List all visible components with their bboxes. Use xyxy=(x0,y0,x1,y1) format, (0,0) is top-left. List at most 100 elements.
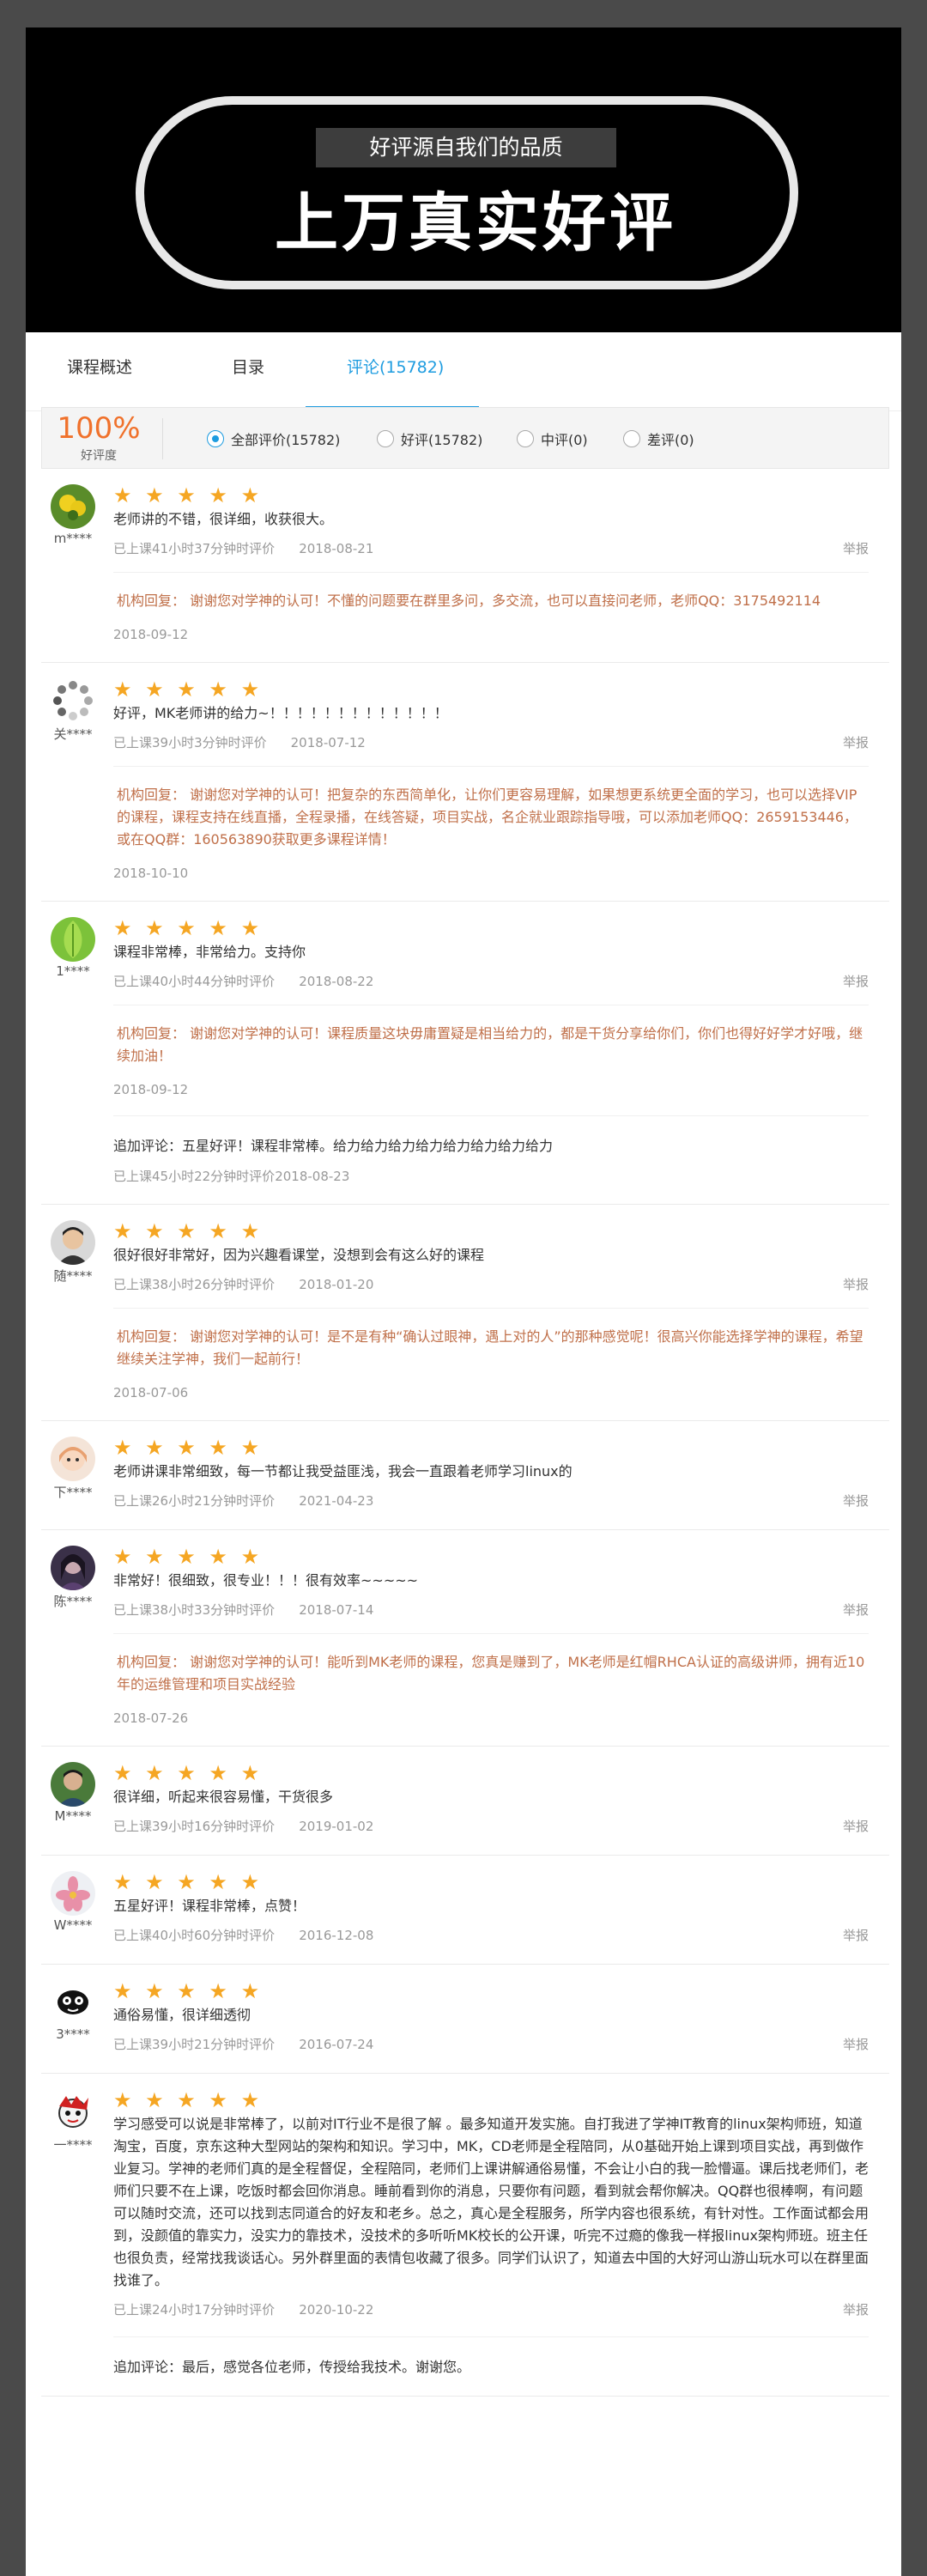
review-item: 1**** ★ ★ ★ ★ ★ 课程非常棒，非常给力。支持你 已上课40小时44… xyxy=(41,902,889,1205)
review-item: 关**** ★ ★ ★ ★ ★ 好评，MK老师讲的给力~！！！！！！！！！！！！… xyxy=(41,663,889,902)
star-rating: ★ ★ ★ ★ ★ xyxy=(113,1979,264,2003)
review-meta: 已上课40小时44分钟时评价 2018-08-22 举报 xyxy=(113,970,869,993)
user-avatar[interactable] xyxy=(51,917,95,962)
user-name: 随**** xyxy=(53,1268,93,1284)
report-link[interactable]: 举报 xyxy=(843,1924,869,1947)
filter-all-radio[interactable]: 全部评价(15782) xyxy=(207,428,340,449)
user-avatar[interactable] xyxy=(51,2089,95,2134)
star-rating: ★ ★ ★ ★ ★ xyxy=(113,2088,264,2112)
review-meta: 已上课39小时3分钟时评价 2018-07-12 举报 xyxy=(113,732,869,754)
review-text: 好评，MK老师讲的给力~！！！！！！！！！！！！！ xyxy=(113,705,448,721)
reply-date: 2018-09-12 xyxy=(113,627,189,642)
appended-review: 追加评论：五星好评！课程非常棒。给力给力给力给力给力给力给力给力 已上课45小时… xyxy=(113,1115,869,1187)
append-text: 追加评论：最后，感觉各位老师，传授给我技术。谢谢您。 xyxy=(113,2359,471,2375)
report-link[interactable]: 举报 xyxy=(843,970,869,993)
tab-course-overview[interactable]: 课程概述 xyxy=(67,355,132,378)
radio-checked-icon xyxy=(207,430,224,447)
reply-text: 机构回复： 谢谢您对学神的认可！能听到MK老师的课程，您真是赚到了，MK老师是红… xyxy=(117,1654,865,1692)
append-date: 2018-08-23 xyxy=(275,1169,350,1184)
report-link[interactable]: 举报 xyxy=(843,1273,869,1296)
user-name: 3**** xyxy=(56,2026,90,2042)
filter-divider xyxy=(162,418,163,459)
study-time: 已上课40小时44分钟时评价 xyxy=(113,974,276,989)
filter-neutral-radio[interactable]: 中评(0) xyxy=(517,428,588,449)
filter-neutral-label: 中评(0) xyxy=(541,432,588,448)
study-time: 已上课38小时26分钟时评价 xyxy=(113,1277,276,1292)
user-avatar[interactable] xyxy=(51,1871,95,1916)
report-link[interactable]: 举报 xyxy=(843,1815,869,1838)
radio-icon xyxy=(517,430,534,447)
tab-reviews[interactable]: 评论(15782) xyxy=(347,355,444,378)
review-item: 3**** ★ ★ ★ ★ ★ 通俗易懂，很详细透彻 已上课39小时21分钟时评… xyxy=(41,1965,889,2074)
user-avatar[interactable] xyxy=(51,1437,95,1481)
filter-negative-radio[interactable]: 差评(0) xyxy=(623,428,694,449)
user-avatar[interactable] xyxy=(51,1546,95,1590)
report-link[interactable]: 举报 xyxy=(843,1490,869,1512)
review-item: M**** ★ ★ ★ ★ ★ 很详细，听起来很容易懂，干货很多 已上课39小时… xyxy=(41,1747,889,1856)
report-link[interactable]: 举报 xyxy=(843,2299,869,2321)
org-reply: 机构回复： 谢谢您对学神的认可！是不是有种“确认过眼神，遇上对的人”的那种感觉呢… xyxy=(113,1308,869,1403)
review-text: 通俗易懂，很详细透彻 xyxy=(113,2007,251,2023)
org-reply: 机构回复： 谢谢您对学神的认可！能听到MK老师的课程，您真是赚到了，MK老师是红… xyxy=(113,1633,869,1728)
reply-text: 机构回复： 谢谢您对学神的认可！课程质量这块毋庸置疑是相当给力的，都是干货分享给… xyxy=(117,1025,863,1064)
reply-text: 机构回复： 谢谢您对学神的认可！把复杂的东西简单化，让你们更容易理解，如果想更系… xyxy=(117,787,857,848)
banner-subtitle: 好评源自我们的品质 xyxy=(316,128,616,167)
report-link[interactable]: 举报 xyxy=(843,2033,869,2056)
user-name: 陈**** xyxy=(53,1594,93,1609)
user-name: m**** xyxy=(53,531,93,546)
hero-banner: 好评源自我们的品质 上万真实好评 xyxy=(26,27,901,332)
review-list: m**** ★ ★ ★ ★ ★ 老师讲的不错，很详细，收获很大。 已上课41小时… xyxy=(41,469,889,2397)
review-item: 陈**** ★ ★ ★ ★ ★ 非常好！很细致，很专业！！！很有效率~~~~~ … xyxy=(41,1530,889,1747)
user-name: 关**** xyxy=(53,726,93,742)
reply-date: 2018-10-10 xyxy=(113,866,189,881)
review-date: 2018-01-20 xyxy=(299,1277,374,1292)
review-date: 2018-08-22 xyxy=(299,974,374,989)
org-reply: 机构回复： 谢谢您对学神的认可！把复杂的东西简单化，让你们更容易理解，如果想更系… xyxy=(113,766,869,884)
star-rating: ★ ★ ★ ★ ★ xyxy=(113,483,264,507)
review-date: 2018-07-14 xyxy=(299,1602,374,1618)
user-avatar[interactable] xyxy=(51,1762,95,1807)
tab-bar: 课程概述 目录 评论(15782) xyxy=(26,332,901,411)
reply-date: 2018-09-12 xyxy=(113,1082,189,1097)
report-link[interactable]: 举报 xyxy=(843,538,869,560)
user-avatar[interactable] xyxy=(51,484,95,529)
review-meta: 已上课40小时60分钟时评价 2016-12-08 举报 xyxy=(113,1924,869,1947)
study-time: 已上课41小时37分钟时评价 xyxy=(113,541,276,556)
review-meta: 已上课39小时21分钟时评价 2016-07-24 举报 xyxy=(113,2033,869,2056)
reply-text: 机构回复： 谢谢您对学神的认可！不懂的问题要在群里多问，多交流，也可以直接问老师… xyxy=(117,592,821,609)
user-name: M**** xyxy=(54,1808,92,1824)
review-date: 2019-01-02 xyxy=(299,1819,374,1834)
review-date: 2021-04-23 xyxy=(299,1493,374,1509)
tab-catalog[interactable]: 目录 xyxy=(232,355,264,378)
review-item: 随**** ★ ★ ★ ★ ★ 很好很好非常好，因为兴趣看课堂，没想到会有这么好… xyxy=(41,1205,889,1421)
review-filter-bar: 100% 好评度 全部评价(15782) 好评(15782) 中评(0) 差评(… xyxy=(41,407,889,469)
review-date: 2016-12-08 xyxy=(299,1928,374,1943)
star-rating: ★ ★ ★ ★ ★ xyxy=(113,1545,264,1569)
review-text: 很详细，听起来很容易懂，干货很多 xyxy=(113,1789,334,1805)
review-item: m**** ★ ★ ★ ★ ★ 老师讲的不错，很详细，收获很大。 已上课41小时… xyxy=(41,469,889,663)
filter-negative-label: 差评(0) xyxy=(647,432,694,448)
report-link[interactable]: 举报 xyxy=(843,732,869,754)
append-text: 追加评论：五星好评！课程非常棒。给力给力给力给力给力给力给力给力 xyxy=(113,1138,554,1154)
user-avatar[interactable] xyxy=(51,678,95,723)
review-text: 老师讲课非常细致，每一节都让我受益匪浅，我会一直跟着老师学习linux的 xyxy=(113,1463,573,1479)
review-date: 2018-07-12 xyxy=(290,735,366,750)
review-meta: 已上课26小时21分钟时评价 2021-04-23 举报 xyxy=(113,1490,869,1512)
study-time: 已上课39小时3分钟时评价 xyxy=(113,735,267,750)
study-time: 已上课40小时60分钟时评价 xyxy=(113,1928,276,1943)
append-meta: 已上课45小时22分钟时评价2018-08-23 xyxy=(113,1166,869,1187)
page-sheet: 好评源自我们的品质 上万真实好评 课程概述 目录 评论(15782) 100% … xyxy=(26,27,901,2576)
filter-positive-radio[interactable]: 好评(15782) xyxy=(377,428,482,449)
star-rating: ★ ★ ★ ★ ★ xyxy=(113,1219,264,1243)
review-date: 2020-10-22 xyxy=(299,2302,374,2318)
review-item: 下**** ★ ★ ★ ★ ★ 老师讲课非常细致，每一节都让我受益匪浅，我会一直… xyxy=(41,1421,889,1530)
study-time: 已上课39小时21分钟时评价 xyxy=(113,2037,276,2052)
review-item: W**** ★ ★ ★ ★ ★ 五星好评！课程非常棒，点赞！ 已上课40小时60… xyxy=(41,1856,889,1965)
review-meta: 已上课39小时16分钟时评价 2019-01-02 举报 xyxy=(113,1815,869,1838)
review-meta: 已上课41小时37分钟时评价 2018-08-21 举报 xyxy=(113,538,869,560)
report-link[interactable]: 举报 xyxy=(843,1599,869,1621)
reply-date: 2018-07-06 xyxy=(113,1385,189,1400)
review-text: 老师讲的不错，很详细，收获很大。 xyxy=(113,511,334,527)
user-avatar[interactable] xyxy=(51,1980,95,2025)
user-avatar[interactable] xyxy=(51,1220,95,1265)
